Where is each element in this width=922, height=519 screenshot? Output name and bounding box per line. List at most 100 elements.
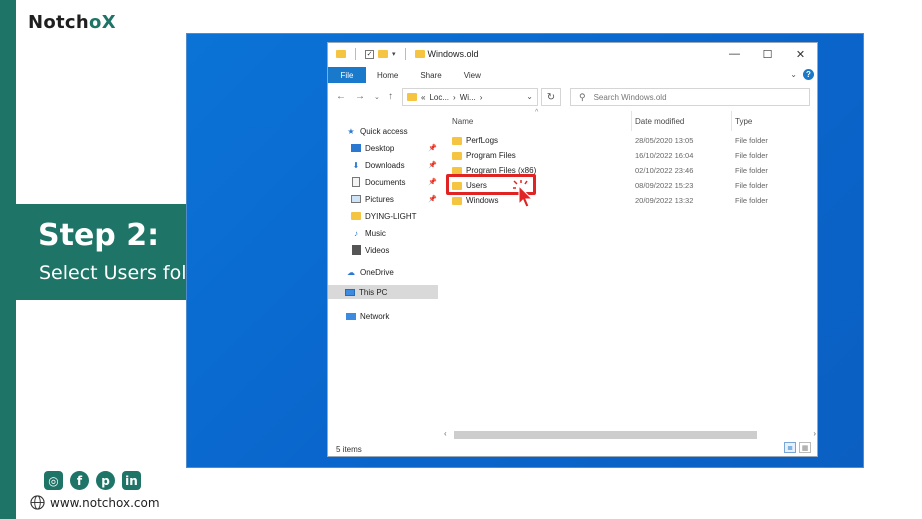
- address-separator: ›: [453, 92, 456, 102]
- file-name: PerfLogs: [452, 136, 498, 145]
- file-type: File folder: [735, 151, 768, 160]
- minimize-button[interactable]: —: [718, 43, 751, 65]
- nav-quick-access[interactable]: ★ Quick access: [346, 124, 408, 138]
- nav-label: OneDrive: [360, 267, 394, 277]
- nav-dying-light[interactable]: DYING-LIGHT: [351, 209, 417, 223]
- pin-icon[interactable]: 📌: [428, 161, 437, 169]
- ribbon-tabs: File Home Share View ⌄ ?: [328, 67, 817, 83]
- nav-music[interactable]: ♪ Music: [351, 226, 386, 240]
- mouse-cursor-icon: [513, 180, 534, 208]
- nav-label: Pictures: [365, 194, 394, 204]
- divider: [355, 48, 356, 60]
- download-icon: ⬇: [352, 160, 360, 170]
- tab-home[interactable]: Home: [366, 71, 409, 80]
- tab-view[interactable]: View: [453, 71, 492, 80]
- scrollbar-thumb[interactable]: [454, 431, 757, 439]
- pinterest-icon[interactable]: p: [96, 471, 115, 490]
- file-row-program-files[interactable]: Program Files 16/10/2022 16:04 File fold…: [444, 149, 818, 163]
- linkedin-icon[interactable]: in: [122, 471, 141, 490]
- left-brand-strip: [0, 0, 16, 519]
- nav-pictures[interactable]: Pictures: [351, 192, 394, 206]
- details-view-icon[interactable]: ≣: [784, 442, 796, 453]
- column-divider[interactable]: [631, 111, 632, 131]
- folder-icon: [452, 136, 462, 145]
- pin-icon[interactable]: 📌: [428, 178, 437, 186]
- help-icon[interactable]: ?: [803, 69, 814, 80]
- music-icon: ♪: [354, 228, 358, 238]
- folder-icon: [414, 50, 425, 58]
- nav-label: Network: [360, 311, 390, 321]
- file-type: File folder: [735, 136, 768, 145]
- column-header-date[interactable]: Date modified: [635, 117, 684, 126]
- file-name: Windows: [452, 196, 498, 205]
- maximize-button[interactable]: ☐: [751, 43, 784, 65]
- nav-label: Desktop: [365, 143, 395, 153]
- up-arrow-icon[interactable]: ↑: [388, 91, 393, 102]
- pin-icon[interactable]: 📌: [428, 144, 437, 152]
- new-folder-icon[interactable]: [378, 50, 388, 58]
- website-link[interactable]: www.notchox.com: [30, 495, 160, 510]
- large-icons-view-icon[interactable]: ▦: [799, 442, 811, 453]
- title-bar[interactable]: ✓ ▾ Windows.old — ☐ ✕: [328, 43, 817, 65]
- nav-this-pc[interactable]: This PC: [328, 285, 438, 299]
- address-dropdown-icon[interactable]: ⌄: [526, 92, 533, 101]
- nav-label: Music: [365, 228, 386, 238]
- back-arrow-icon[interactable]: ←: [336, 91, 346, 102]
- column-divider[interactable]: [731, 111, 732, 131]
- nav-label: DYING-LIGHT: [365, 211, 417, 221]
- window-controls: — ☐ ✕: [718, 43, 817, 65]
- cloud-icon: ☁: [347, 267, 355, 277]
- computer-icon: [345, 288, 355, 297]
- globe-icon: [30, 495, 45, 510]
- divider: [404, 48, 406, 60]
- window-title: Windows.old: [427, 49, 479, 59]
- nav-label: Quick access: [360, 126, 408, 136]
- folder-icon: [452, 151, 462, 160]
- scroll-left-icon[interactable]: ‹: [444, 429, 447, 438]
- file-type: File folder: [735, 181, 768, 190]
- refresh-button[interactable]: ↻: [541, 88, 561, 106]
- search-input[interactable]: Search Windows.old: [594, 93, 667, 102]
- recent-locations-icon[interactable]: ⌄: [374, 93, 380, 101]
- refresh-icon: ↻: [546, 91, 556, 103]
- address-segment[interactable]: Loc...: [429, 93, 449, 102]
- expand-ribbon-icon[interactable]: ⌄: [790, 70, 797, 79]
- file-date: 16/10/2022 16:04: [635, 151, 694, 160]
- file-type: File folder: [735, 166, 768, 175]
- address-bar[interactable]: « Loc... › Wi... › ⌄: [402, 88, 538, 106]
- file-date: 28/05/2020 13:05: [635, 136, 694, 145]
- nav-network[interactable]: Network: [346, 309, 389, 323]
- nav-label: Documents: [365, 177, 406, 187]
- nav-videos[interactable]: Videos: [351, 243, 389, 257]
- close-button[interactable]: ✕: [784, 43, 817, 65]
- nav-desktop[interactable]: Desktop: [351, 141, 394, 155]
- ribbon-right: ⌄ ?: [790, 69, 814, 80]
- search-box[interactable]: ⚲ Search Windows.old: [570, 88, 810, 106]
- pin-icon[interactable]: 📌: [428, 195, 437, 203]
- nav-downloads[interactable]: ⬇ Downloads: [351, 158, 405, 172]
- column-header-name[interactable]: Name: [452, 117, 473, 126]
- facebook-icon[interactable]: f: [70, 471, 89, 490]
- tab-share[interactable]: Share: [409, 71, 452, 80]
- folder-icon: [351, 212, 361, 221]
- forward-arrow-icon[interactable]: →: [355, 91, 365, 102]
- file-date: 20/09/2022 13:32: [635, 196, 694, 205]
- file-row-windows[interactable]: Windows 20/09/2022 13:32 File folder: [444, 194, 818, 208]
- nav-label: Videos: [365, 245, 390, 255]
- scroll-right-icon[interactable]: ›: [813, 429, 816, 438]
- instagram-icon[interactable]: ◎: [44, 471, 63, 490]
- file-row-perflogs[interactable]: PerfLogs 28/05/2020 13:05 File folder: [444, 134, 818, 148]
- search-icon: ⚲: [579, 91, 586, 102]
- nav-onedrive[interactable]: ☁ OneDrive: [346, 265, 394, 279]
- navigation-pane: ★ Quick access Desktop 📌 ⬇ Downloads 📌 D…: [328, 119, 438, 419]
- column-header-type[interactable]: Type: [735, 117, 752, 126]
- customize-dropdown-icon[interactable]: ▾: [392, 50, 396, 58]
- file-type: File folder: [735, 196, 768, 205]
- nav-documents[interactable]: Documents: [351, 175, 405, 189]
- horizontal-scrollbar[interactable]: ‹ ›: [444, 429, 818, 441]
- address-segment[interactable]: Wi...: [460, 93, 476, 102]
- view-toggle: ≣ ▦: [784, 442, 811, 453]
- pictures-icon: [351, 195, 361, 204]
- properties-icon[interactable]: ✓: [365, 49, 374, 59]
- tab-file[interactable]: File: [328, 67, 366, 83]
